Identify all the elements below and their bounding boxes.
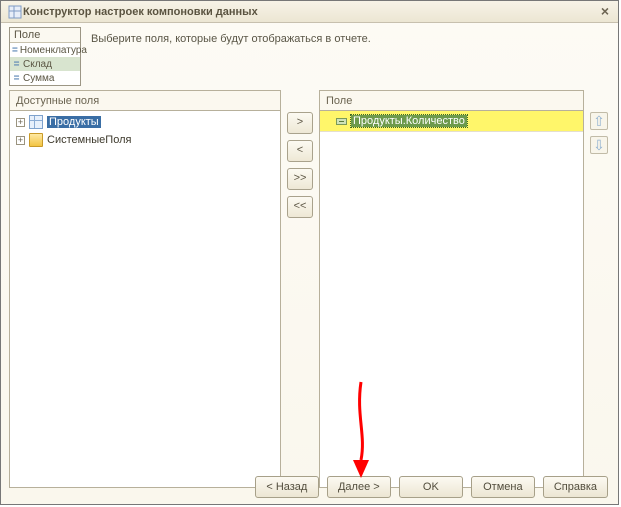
expand-toggle[interactable]: + xyxy=(16,118,25,127)
folder-icon xyxy=(29,133,43,147)
move-down-button[interactable]: ⇩ xyxy=(590,136,608,154)
reorder-buttons: ⇧ ⇩ xyxy=(588,90,610,488)
tree-label: СистемныеПоля xyxy=(47,134,131,146)
back-button[interactable]: < Назад xyxy=(255,476,319,498)
top-bar: Поле = Номенклатура = Склад = Сумма Выбе… xyxy=(1,23,618,88)
legend-label: Номенклатура xyxy=(20,45,87,56)
available-fields-header: Доступные поля xyxy=(10,91,280,111)
titlebar: Конструктор настроек компоновки данных × xyxy=(1,1,618,23)
selected-fields-header: Поле xyxy=(320,91,583,111)
add-all-button[interactable]: >> xyxy=(287,168,313,190)
equals-icon: = xyxy=(12,73,21,84)
app-icon xyxy=(7,4,23,20)
footer: < Назад Далее > OK Отмена Справка xyxy=(1,476,618,498)
tree-label: Продукты xyxy=(47,116,101,128)
expand-toggle[interactable]: + xyxy=(16,136,25,145)
close-button[interactable]: × xyxy=(596,4,614,20)
legend-row-nomenclature[interactable]: = Номенклатура xyxy=(10,43,80,57)
available-fields-header-label: Доступные поля xyxy=(16,95,274,107)
window: Конструктор настроек компоновки данных ×… xyxy=(0,0,619,505)
ok-button[interactable]: OK xyxy=(399,476,463,498)
legend-row-summa[interactable]: = Сумма xyxy=(10,71,80,85)
remove-all-button[interactable]: << xyxy=(287,196,313,218)
main-area: Доступные поля + Продукты + СистемныеПол… xyxy=(1,88,618,490)
selected-fields-body[interactable]: Продукты.Количество xyxy=(320,111,583,487)
remove-button[interactable]: < xyxy=(287,140,313,162)
move-up-button[interactable]: ⇧ xyxy=(590,112,608,130)
selected-row-products-quantity[interactable]: Продукты.Количество xyxy=(320,111,583,131)
next-button[interactable]: Далее > xyxy=(327,476,391,498)
table-icon xyxy=(29,115,43,129)
window-title: Конструктор настроек компоновки данных xyxy=(23,6,596,18)
instruction-text: Выберите поля, которые будут отображатьс… xyxy=(91,27,371,45)
help-button[interactable]: Справка xyxy=(543,476,608,498)
tree-row-system-fields[interactable]: + СистемныеПоля xyxy=(12,131,278,149)
selected-fields-panel: Поле Продукты.Количество xyxy=(319,90,584,488)
cancel-button[interactable]: Отмена xyxy=(471,476,535,498)
add-button[interactable]: > xyxy=(287,112,313,134)
tree-row-products[interactable]: + Продукты xyxy=(12,113,278,131)
legend-row-sklad[interactable]: = Склад xyxy=(10,57,80,71)
equals-icon: = xyxy=(12,45,18,56)
legend-header: Поле xyxy=(10,28,80,43)
minus-icon xyxy=(336,118,347,125)
legend-label: Сумма xyxy=(23,73,54,84)
grid-divider xyxy=(320,131,583,132)
transfer-buttons: > < >> << xyxy=(285,90,315,488)
selected-fields-header-label: Поле xyxy=(326,95,577,107)
equals-icon: = xyxy=(12,59,21,70)
legend-label: Склад xyxy=(23,59,52,70)
selected-field-label: Продукты.Количество xyxy=(351,115,467,127)
legend-box: Поле = Номенклатура = Склад = Сумма xyxy=(9,27,81,86)
available-fields-panel: Доступные поля + Продукты + СистемныеПол… xyxy=(9,90,281,488)
available-fields-body[interactable]: + Продукты + СистемныеПоля xyxy=(10,111,280,487)
